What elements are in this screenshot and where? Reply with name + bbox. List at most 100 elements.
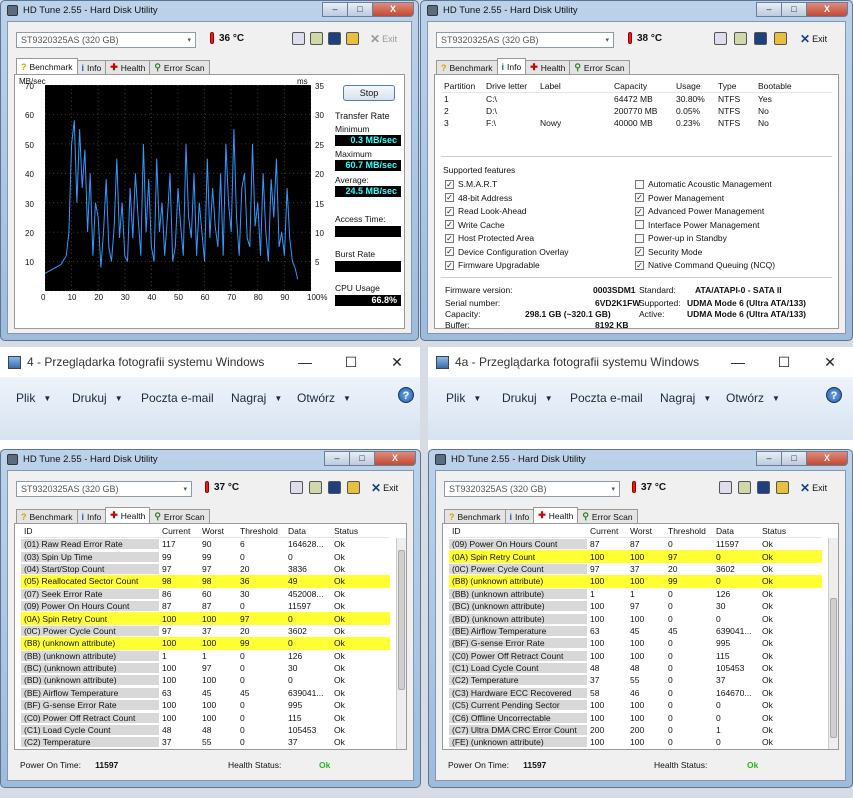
options-icon[interactable] (347, 481, 360, 494)
checkbox[interactable]: ✓ (635, 260, 644, 270)
options-icon[interactable] (346, 32, 359, 45)
table-row: (C3) Hardware ECC Recovered 58 46 0 164670..… (449, 687, 822, 699)
tab-benchmark[interactable]: ? Benchmark (16, 58, 78, 74)
scrollbar-thumb[interactable] (398, 550, 405, 690)
copy-all-icon[interactable] (310, 32, 323, 45)
checkbox[interactable] (635, 233, 644, 243)
save-icon[interactable] (328, 32, 341, 45)
save-icon[interactable] (328, 481, 341, 494)
help-icon[interactable]: ? (398, 387, 414, 403)
copy-icon[interactable] (292, 32, 305, 45)
menu-otworz[interactable]: Otwórz ▼ (726, 391, 780, 405)
menu-plik[interactable]: Plik ▼ (16, 391, 51, 405)
menu-nagraj[interactable]: Nagraj ▼ (231, 391, 282, 405)
checkbox[interactable]: ✓ (635, 193, 644, 202)
column-header: Current (587, 525, 627, 536)
copy-icon[interactable] (714, 32, 727, 45)
maximize-button[interactable]: □ (349, 451, 375, 466)
drive-select[interactable]: ST9320325AS (320 GB) ▾ (16, 481, 192, 497)
tab-info[interactable]: i Info (76, 509, 107, 523)
smart-table-header: ID Current Worst Threshold Data Status (21, 524, 390, 538)
table-row: (C2) Temperature 37 55 0 37 Ok (449, 674, 822, 686)
scrollbar-thumb[interactable] (830, 598, 837, 738)
options-icon[interactable] (774, 32, 787, 45)
minimize-button[interactable]: — (715, 347, 761, 377)
checkbox[interactable]: ✓ (445, 247, 454, 256)
scrollbar[interactable] (396, 538, 406, 749)
maximize-button[interactable]: □ (347, 2, 373, 17)
checkbox[interactable]: ✓ (445, 206, 454, 216)
menu-nagraj[interactable]: Nagraj ▼ (660, 391, 711, 405)
menu-poczta[interactable]: Poczta e-mail (141, 391, 214, 405)
tab-info[interactable]: i Info (76, 60, 107, 74)
exit-button[interactable]: ✕ Exit (371, 481, 398, 495)
close-button[interactable]: X (806, 2, 848, 17)
close-button[interactable]: X (374, 451, 416, 466)
tab-health[interactable]: ✚ Health (105, 507, 151, 523)
tab-error-scan[interactable]: ⚲ Error Scan (569, 60, 630, 74)
maximize-button[interactable]: □ (781, 2, 807, 17)
maximize-button[interactable]: ☐ (761, 347, 807, 377)
checkbox[interactable]: ✓ (445, 220, 454, 229)
checkbox[interactable]: ✓ (445, 193, 454, 202)
checkbox[interactable]: ✓ (445, 179, 454, 189)
minimize-button[interactable]: ‒ (324, 451, 350, 466)
checkbox[interactable]: ✓ (635, 247, 644, 256)
help-icon[interactable]: ? (826, 387, 842, 403)
tab-error-scan[interactable]: ⚲ Error Scan (149, 509, 210, 523)
tab-benchmark[interactable]: ? Benchmark (16, 509, 78, 523)
tab-error-scan[interactable]: ⚲ Error Scan (149, 60, 210, 74)
drive-select[interactable]: ST9320325AS (320 GB) ▾ (16, 32, 196, 48)
exit-button[interactable]: ✕ Exit (800, 32, 827, 46)
stop-button[interactable]: Stop (343, 85, 395, 101)
minimize-button[interactable]: ‒ (322, 2, 348, 17)
close-button[interactable]: X (806, 451, 848, 466)
tab-benchmark[interactable]: ? Benchmark (444, 509, 506, 523)
copy-all-icon[interactable] (309, 481, 322, 494)
table-cell: 87 (590, 539, 600, 550)
checkbox[interactable]: ✓ (445, 260, 454, 270)
checkbox[interactable] (635, 179, 644, 189)
scrollbar[interactable] (828, 538, 838, 749)
tab-health[interactable]: ✚ Health (105, 60, 151, 74)
maximize-button[interactable]: ☐ (328, 347, 374, 377)
copy-icon[interactable] (719, 481, 732, 494)
tab-info[interactable]: i Info (496, 58, 527, 74)
feature-item: ✓ Device Configuration Overlay (445, 247, 569, 257)
close-button[interactable]: X (372, 2, 414, 17)
checkbox[interactable]: ✓ (445, 233, 454, 243)
burst-rate-label: Burst Rate (335, 249, 376, 259)
save-icon[interactable] (757, 481, 770, 494)
drive-select[interactable]: ST9320325AS (320 GB) ▾ (444, 481, 620, 497)
save-icon[interactable] (754, 32, 767, 45)
tab-bar: ? Benchmark i Info ✚ Health ⚲ Error Scan (16, 507, 210, 523)
checkbox[interactable] (635, 220, 644, 229)
close-button[interactable]: ✕ (807, 347, 853, 377)
table-cell: 0 (240, 675, 245, 686)
exit-button[interactable]: ✕ Exit (800, 481, 827, 495)
minimize-button[interactable]: ‒ (756, 451, 782, 466)
checkbox[interactable]: ✓ (635, 206, 644, 216)
maximize-button[interactable]: □ (781, 451, 807, 466)
hdtune-window-info: HD Tune 2.55 - Hard Disk Utility ‒ □ X S… (420, 0, 853, 341)
drive-select[interactable]: ST9320325AS (320 GB) ▾ (436, 32, 614, 48)
minimize-button[interactable]: — (282, 347, 328, 377)
tab-health[interactable]: ✚ Health (525, 60, 571, 74)
menu-drukuj[interactable]: Drukuj ▼ (72, 391, 123, 405)
tab-health[interactable]: ✚ Health (533, 507, 579, 523)
menu-drukuj[interactable]: Drukuj ▼ (502, 391, 553, 405)
tab-info[interactable]: i Info (504, 509, 535, 523)
copy-all-icon[interactable] (738, 481, 751, 494)
minimize-button[interactable]: ‒ (756, 2, 782, 17)
exit-label: Exit (382, 34, 398, 44)
close-button[interactable]: ✕ (374, 347, 420, 377)
menu-plik[interactable]: Plik ▼ (446, 391, 481, 405)
exit-button[interactable]: ✕ Exit (370, 32, 397, 46)
copy-all-icon[interactable] (734, 32, 747, 45)
menu-poczta[interactable]: Poczta e-mail (570, 391, 643, 405)
tab-error-scan[interactable]: ⚲ Error Scan (577, 509, 638, 523)
tab-benchmark[interactable]: ? Benchmark (436, 60, 498, 74)
options-icon[interactable] (776, 481, 789, 494)
copy-icon[interactable] (290, 481, 303, 494)
menu-otworz[interactable]: Otwórz ▼ (297, 391, 351, 405)
